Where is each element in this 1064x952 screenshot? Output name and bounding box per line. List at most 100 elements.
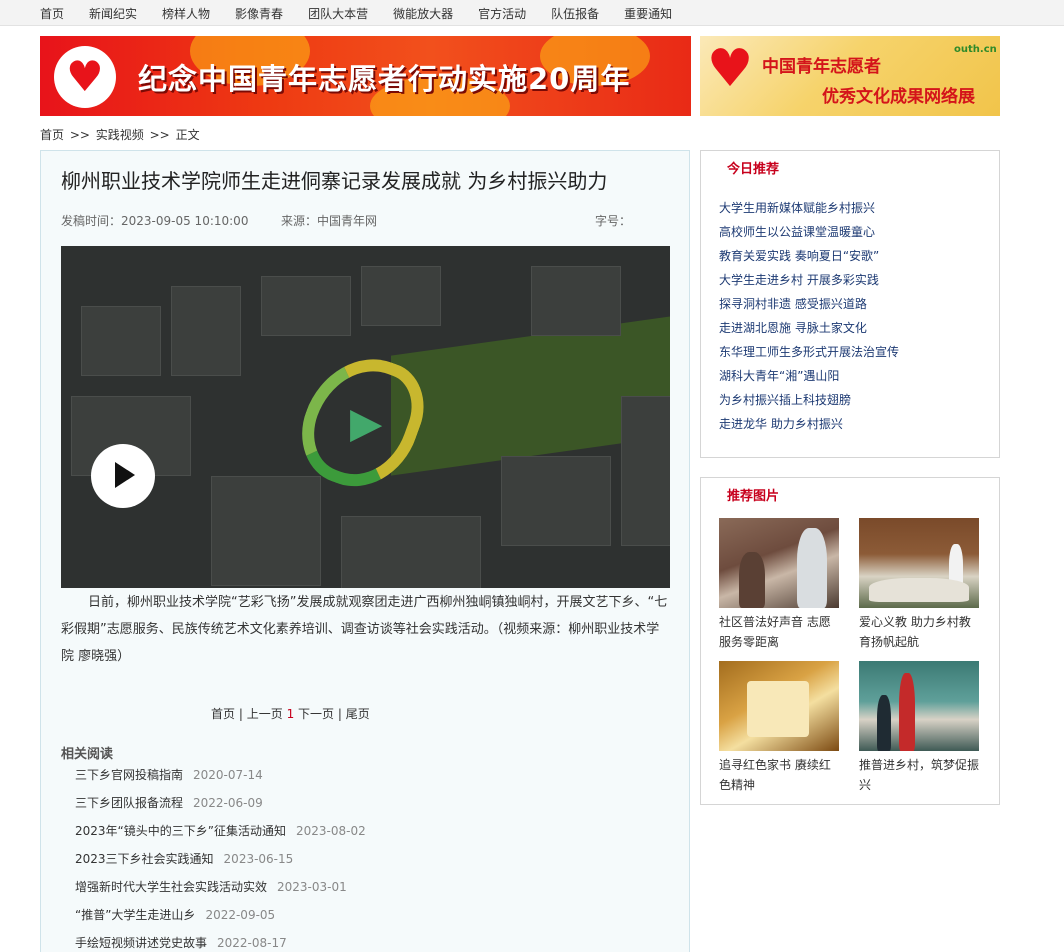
pager-current: 1: [286, 707, 295, 721]
photo-figure: [877, 695, 891, 751]
breadcrumb-home[interactable]: 首页: [40, 128, 64, 142]
photo-figure: [747, 681, 809, 737]
related-date: 2023-06-15: [223, 852, 294, 866]
nav-item-home[interactable]: 首页: [40, 5, 64, 22]
today-recommend-title: 今日推荐: [727, 162, 780, 177]
pager-last[interactable]: 尾页: [346, 707, 370, 721]
related-link[interactable]: 2023年“镜头中的三下乡”征集活动通知: [75, 824, 286, 838]
logo-play-icon: ▶: [350, 398, 383, 447]
font-size-label[interactable]: 字号：: [595, 212, 631, 229]
picture-thumbnail[interactable]: [719, 661, 839, 751]
pager-separator: |: [337, 707, 342, 721]
related-date: 2022-09-05: [205, 908, 276, 922]
related-link[interactable]: 三下乡团队报备流程: [75, 796, 183, 810]
video-scene: [211, 476, 321, 586]
related-list: 三下乡官网投稿指南 2020-07-14 三下乡团队报备流程 2022-06-09 …: [75, 765, 366, 952]
picture-caption[interactable]: 追寻红色家书 赓续红色精神: [719, 755, 841, 795]
related-link[interactable]: 手绘短视频讲述党史故事: [75, 936, 207, 950]
anniversary-banner[interactable]: ♥ 纪念中国青年志愿者行动实施20周年: [40, 36, 691, 116]
recommend-pictures-box: 推荐图片 社区普法好声音 志愿服务零距离 爱心义教 助力乡村教育扬帆起航 追寻红…: [700, 477, 1000, 805]
play-icon: [115, 462, 135, 488]
culture-exhibition-banner[interactable]: ♥ 中国青年志愿者 优秀文化成果网络展 outh.cn: [700, 36, 1000, 116]
article-panel: 柳州职业技术学院师生走进侗寨记录发展成就 为乡村振兴助力 发稿时间：2023-0…: [40, 150, 690, 952]
related-link[interactable]: “推普”大学生走进山乡: [75, 908, 195, 922]
recommend-link[interactable]: 教育关爱实践 奏响夏日“安歌”: [719, 246, 899, 270]
recommend-link[interactable]: 为乡村振兴插上科技翅膀: [719, 390, 899, 414]
list-item: 三下乡团队报备流程 2022-06-09: [75, 793, 366, 821]
related-link[interactable]: 2023三下乡社会实践通知: [75, 852, 214, 866]
video-scene: [171, 286, 241, 376]
related-date: 2023-03-01: [277, 880, 347, 894]
photo-figure: [739, 552, 765, 608]
article-title: 柳州职业技术学院师生走进侗寨记录发展成就 为乡村振兴助力: [61, 169, 608, 193]
play-button[interactable]: [91, 444, 155, 508]
breadcrumb-separator: >>: [149, 128, 170, 142]
video-player[interactable]: ▶: [61, 246, 670, 588]
related-link[interactable]: 增强新时代大学生社会实践活动实效: [75, 880, 267, 894]
recommend-link[interactable]: 东华理工师生多形式开展法治宣传: [719, 342, 899, 366]
breadcrumb-separator: >>: [69, 128, 90, 142]
article-lead: 日前，柳州职业技术学院“艺彩飞扬”发展成就观察团走进广西柳州独峒镇独峒村，开展文…: [61, 595, 668, 664]
list-item: 增强新时代大学生社会实践活动实效 2023-03-01: [75, 877, 366, 905]
today-recommend-list: 大学生用新媒体赋能乡村振兴 高校师生以公益课堂温暖童心 教育关爱实践 奏响夏日“…: [719, 198, 899, 438]
picture-caption[interactable]: 推普进乡村，筑梦促振兴: [859, 755, 981, 795]
pager-separator: |: [238, 707, 243, 721]
nav-item-team-base[interactable]: 团队大本营: [308, 5, 368, 22]
related-date: 2020-07-14: [193, 768, 263, 782]
breadcrumb-section[interactable]: 实践视频: [96, 128, 144, 142]
video-scene: [361, 266, 441, 326]
video-scene: [621, 396, 670, 546]
recommend-link[interactable]: 探寻洞村非遗 感受振兴道路: [719, 294, 899, 318]
related-date: 2022-06-09: [193, 796, 263, 810]
volunteer-heart-logo: ♥: [54, 46, 116, 108]
nav-item-images[interactable]: 影像青春: [235, 5, 283, 22]
picture-caption[interactable]: 社区普法好声音 志愿服务零距离: [719, 612, 841, 652]
recommend-pictures-title: 推荐图片: [727, 489, 780, 504]
banner-side-line1: 中国青年志愿者: [762, 57, 881, 77]
pager-first[interactable]: 首页: [211, 707, 235, 721]
recommend-link[interactable]: 走进湖北恩施 寻脉土家文化: [719, 318, 899, 342]
picture-thumbnail[interactable]: [859, 661, 979, 751]
today-recommend-box: 今日推荐 大学生用新媒体赋能乡村振兴 高校师生以公益课堂温暖童心 教育关爱实践 …: [700, 150, 1000, 458]
list-item: “推普”大学生走进山乡 2022-09-05: [75, 905, 366, 933]
video-scene: [531, 266, 621, 336]
pagination: 首页 | 上一页 1 下一页 | 尾页: [211, 705, 370, 722]
pager-next[interactable]: 下一页: [298, 707, 334, 721]
video-watermark-logo: ▶: [286, 340, 438, 504]
recommend-link[interactable]: 湖科大青年“湘”遇山阳: [719, 366, 899, 390]
recommend-link[interactable]: 高校师生以公益课堂温暖童心: [719, 222, 899, 246]
banner-title: 纪念中国青年志愿者行动实施20周年: [138, 62, 631, 96]
picture-caption[interactable]: 爱心义教 助力乡村教育扬帆起航: [859, 612, 981, 652]
video-scene: [81, 306, 161, 376]
picture-thumbnail[interactable]: [859, 518, 979, 608]
volunteer-heart-icon: ♥: [706, 39, 754, 99]
related-date: 2022-08-17: [217, 936, 287, 950]
picture-thumbnail[interactable]: [719, 518, 839, 608]
publish-time: 发稿时间：2023-09-05 10:10:00: [61, 214, 249, 228]
recommend-link[interactable]: 走进龙华 助力乡村振兴: [719, 414, 899, 438]
related-title: 相关阅读: [61, 747, 114, 762]
recommend-link[interactable]: 大学生走进乡村 开展多彩实践: [719, 270, 899, 294]
youth-cn-logo: outh.cn: [954, 44, 997, 55]
nav-item-notices[interactable]: 重要通知: [624, 5, 672, 22]
list-item: 2023三下乡社会实践通知 2023-06-15: [75, 849, 366, 877]
recommend-link[interactable]: 大学生用新媒体赋能乡村振兴: [719, 198, 899, 222]
photo-figure: [797, 528, 827, 608]
related-link[interactable]: 三下乡官网投稿指南: [75, 768, 183, 782]
breadcrumb: 首页 >> 实践视频 >> 正文: [40, 126, 202, 143]
video-scene: [501, 456, 611, 546]
nav-item-amplifier[interactable]: 微能放大器: [393, 5, 453, 22]
nav-item-news[interactable]: 新闻纪实: [89, 5, 137, 22]
list-item: 手绘短视频讲述党史故事 2022-08-17: [75, 933, 366, 952]
nav-item-team-report[interactable]: 队伍报备: [551, 5, 599, 22]
nav-item-role-models[interactable]: 榜样人物: [162, 5, 210, 22]
list-item: 三下乡官网投稿指南 2020-07-14: [75, 765, 366, 793]
nav-item-official-events[interactable]: 官方活动: [478, 5, 526, 22]
list-item: 2023年“镜头中的三下乡”征集活动通知 2023-08-02: [75, 821, 366, 849]
pager-prev[interactable]: 上一页: [247, 707, 283, 721]
related-date: 2023-08-02: [295, 824, 366, 838]
article-source: 来源：中国青年网: [281, 214, 378, 228]
photo-figure: [869, 578, 969, 602]
video-scene: [341, 516, 481, 588]
video-scene: [261, 276, 351, 336]
